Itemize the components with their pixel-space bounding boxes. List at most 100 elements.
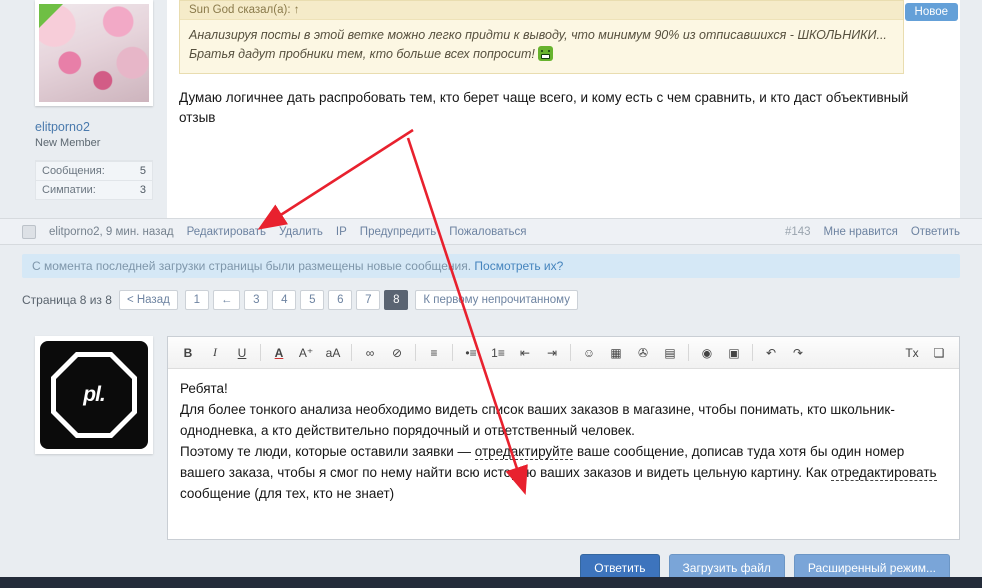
page-indicator: Страница 8 из 8: [22, 293, 112, 307]
text-color-icon[interactable]: A: [267, 342, 291, 363]
quote-line: Анализируя посты в этой ветке можно легк…: [189, 26, 894, 45]
post-body-text: Думаю логичнее дать распробовать тем, кт…: [179, 88, 948, 129]
edit-link[interactable]: Редактировать: [187, 226, 266, 238]
toolbar-button: [415, 344, 416, 361]
page-footer-bar: [0, 577, 982, 588]
bold-icon[interactable]: B: [176, 342, 200, 363]
media-icon[interactable]: ✇: [631, 342, 655, 363]
user-title: New Member: [35, 137, 167, 149]
indent-icon[interactable]: ⇥: [540, 342, 564, 363]
post-select-checkbox[interactable]: [22, 225, 36, 239]
underlined-word: отредактировать: [831, 465, 937, 481]
logo-octagon-outer: pl.: [51, 352, 137, 438]
font-size-icon[interactable]: A⁺: [294, 342, 318, 363]
stat-value[interactable]: 3: [140, 184, 146, 196]
avatar-corner-badge-icon: [39, 4, 63, 28]
page-4[interactable]: 4: [272, 290, 296, 310]
numbered-list-icon[interactable]: 1≡: [486, 342, 510, 363]
bullet-list-icon[interactable]: •≡: [459, 342, 483, 363]
page-7[interactable]: 7: [356, 290, 380, 310]
smilies-icon[interactable]: ☺: [577, 342, 601, 363]
quote-line-text: Братья дадут пробники тем, кто больше вс…: [189, 47, 535, 61]
page-8-current[interactable]: 8: [384, 290, 408, 310]
warn-link[interactable]: Предупредить: [360, 226, 436, 238]
stat-row: Сообщения: 5: [36, 161, 152, 180]
grin-smiley-icon: [538, 46, 553, 61]
stat-value[interactable]: 5: [140, 165, 146, 177]
user-stats: Сообщения: 5 Симпатии: 3: [35, 160, 153, 200]
ip-link[interactable]: IP: [336, 226, 347, 238]
editor-actions: Ответить Загрузить файл Расширенный режи…: [0, 540, 982, 582]
gallery-icon[interactable]: ◉: [695, 342, 719, 363]
code-icon[interactable]: ▤: [658, 342, 682, 363]
toolbar-button: [752, 344, 753, 361]
page-buttons: 1←345678: [185, 290, 409, 310]
first-unread-button[interactable]: К первому непрочитанному: [415, 290, 578, 310]
message-editor-input[interactable]: Ребята! Для более тонкого анализа необхо…: [168, 369, 959, 539]
editor-paragraph: Поэтому те люди, которые оставили заявки…: [180, 442, 947, 505]
alignment-icon[interactable]: ≡: [422, 342, 446, 363]
editor-paragraph: Для более тонкого анализа необходимо вид…: [180, 400, 947, 442]
outdent-icon[interactable]: ⇤: [513, 342, 537, 363]
post: elitporno2 New Member Сообщения: 5 Симпа…: [0, 0, 982, 218]
post-control-links: Редактировать Удалить IP Предупредить Пожало…: [187, 226, 527, 238]
undo-icon[interactable]: ↶: [759, 342, 783, 363]
delete-link[interactable]: Удалить: [279, 226, 323, 238]
message-editor-box: BIUAA⁺aA ∞⊘ ≡ •≡1≡⇤⇥ ☺▦✇▤ ◉▣ ↶↷ Tx❏ Ребята! Дл…: [167, 336, 960, 540]
underlined-word: отредактируйте: [475, 444, 573, 460]
page-gap[interactable]: ←: [213, 290, 241, 310]
current-user-avatar[interactable]: pl.: [35, 336, 153, 454]
toolbar-button: [452, 344, 453, 361]
view-new-messages-link[interactable]: Посмотреть их?: [474, 259, 563, 273]
new-posts-button[interactable]: Новое: [905, 3, 958, 21]
font-family-icon[interactable]: aA: [321, 342, 345, 363]
editor-toolbar: BIUAA⁺aA ∞⊘ ≡ •≡1≡⇤⇥ ☺▦✇▤ ◉▣ ↶↷ Tx❏: [168, 337, 959, 369]
toolbar-left-group: BIUAA⁺aA ∞⊘ ≡ •≡1≡⇤⇥ ☺▦✇▤ ◉▣ ↶↷: [176, 342, 810, 363]
insert-link-icon[interactable]: ∞: [358, 342, 382, 363]
stat-row: Симпатии: 3: [36, 180, 152, 199]
quote-block: Sun God сказал(а): ↑ Анализируя посты в …: [179, 0, 904, 74]
toolbar-button: [260, 344, 261, 361]
quote-body: Анализируя посты в этой ветке можно легк…: [180, 20, 903, 73]
quote-header-link[interactable]: Sun God сказал(а): ↑: [180, 1, 903, 20]
report-link[interactable]: Пожаловаться: [449, 226, 526, 238]
post-number[interactable]: #143: [785, 226, 811, 238]
username-link[interactable]: elitporno2: [35, 120, 167, 134]
quick-reply: pl. BIUAA⁺aA ∞⊘ ≡ •≡1≡⇤⇥ ☺▦✇▤ ◉▣ ↶↷ Tx❏ Ребята…: [0, 312, 982, 540]
post-meta[interactable]: elitporno2, 9 мин. назад: [49, 226, 174, 238]
image-icon[interactable]: ▦: [604, 342, 628, 363]
underline-icon[interactable]: U: [230, 342, 254, 363]
logo-octagon-inner: pl.: [56, 357, 132, 433]
toolbar-button: [688, 344, 689, 361]
page-5[interactable]: 5: [300, 290, 324, 310]
redo-icon[interactable]: ↷: [786, 342, 810, 363]
page-6[interactable]: 6: [328, 290, 352, 310]
logo-text: pl.: [83, 383, 105, 407]
drafts-icon[interactable]: ▣: [722, 342, 746, 363]
page-1[interactable]: 1: [185, 290, 209, 310]
like-link[interactable]: Мне нравится: [824, 226, 898, 238]
back-button[interactable]: < Назад: [119, 290, 178, 310]
forum-thread-page: elitporno2 New Member Сообщения: 5 Симпа…: [0, 0, 982, 588]
reply-link[interactable]: Ответить: [911, 226, 960, 238]
stat-label: Сообщения:: [42, 165, 105, 177]
editor-paragraph: Ребята!: [180, 379, 947, 400]
toolbar-button: [351, 344, 352, 361]
notice-text: С момента последней загрузки страницы бы…: [32, 259, 471, 273]
quote-line: Братья дадут пробники тем, кто больше вс…: [189, 45, 894, 64]
pagination: Страница 8 из 8 < Назад 1←345678 К перво…: [0, 286, 982, 312]
toolbar-button: [570, 344, 571, 361]
bbcode-toggle-icon[interactable]: ❏: [927, 342, 951, 363]
unlink-icon[interactable]: ⊘: [385, 342, 409, 363]
stat-label: Симпатии:: [42, 184, 96, 196]
remove-formatting-icon[interactable]: Tx: [900, 342, 924, 363]
italic-icon[interactable]: I: [203, 342, 227, 363]
post-message-column: Sun God сказал(а): ↑ Анализируя посты в …: [167, 0, 960, 218]
page-3[interactable]: 3: [244, 290, 268, 310]
post-user-column: elitporno2 New Member Сообщения: 5 Симпа…: [35, 0, 167, 218]
user-avatar[interactable]: [35, 0, 153, 106]
new-messages-notice: С момента последней загрузки страницы бы…: [22, 254, 960, 278]
post-controls-bar: elitporno2, 9 мин. назад Редактировать Уд…: [0, 218, 982, 245]
pl-logo-icon: pl.: [40, 341, 148, 449]
toolbar-right-group: Tx❏: [900, 342, 951, 363]
